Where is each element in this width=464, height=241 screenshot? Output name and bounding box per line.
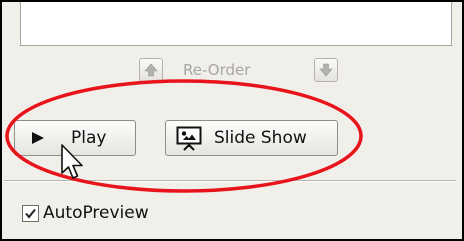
slide-show-label: Slide Show [214,128,307,148]
reorder-label: Re-Order [183,61,251,79]
play-triangle-icon [32,132,44,144]
options-panel: Re-Order Play Slide Show AutoPreview [0,0,464,241]
move-up-button[interactable] [139,58,163,82]
autopreview-checkbox[interactable] [22,204,39,222]
mouse-pointer-icon [61,144,83,179]
slide-show-button[interactable]: Slide Show [165,120,338,156]
reorder-controls: Re-Order [2,58,462,88]
autopreview-option[interactable]: AutoPreview [22,201,149,225]
move-down-button[interactable] [314,58,338,82]
presentation-screen-icon [176,126,202,151]
arrow-up-icon [144,63,158,77]
slide-list[interactable] [20,2,452,46]
arrow-down-icon [319,63,333,77]
autopreview-label: AutoPreview [43,203,149,223]
checkmark-icon [25,208,36,219]
